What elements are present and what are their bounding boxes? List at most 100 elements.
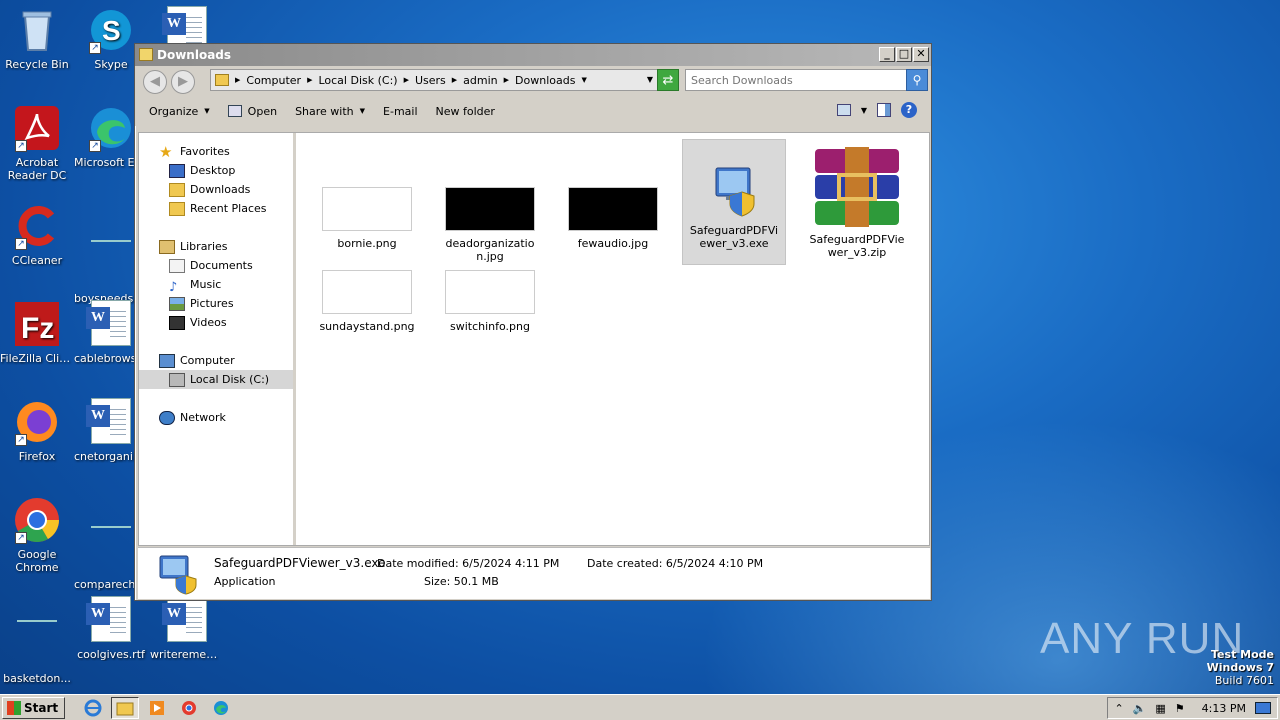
nav-network[interactable]: Network	[159, 408, 226, 427]
windows-flag-icon	[7, 700, 21, 715]
image-thumbnail	[568, 187, 658, 231]
preview-pane-icon[interactable]	[877, 103, 891, 117]
help-icon[interactable]: ?	[901, 102, 917, 118]
nav-downloads[interactable]: Downloads	[169, 180, 250, 199]
chevron-down-icon[interactable]: ▼	[861, 106, 867, 115]
share-with-button[interactable]: Share with ▼	[295, 105, 365, 118]
nav-music[interactable]: ♪ Music	[169, 275, 221, 295]
change-view-icon[interactable]	[836, 104, 851, 116]
refresh-button[interactable]: ⇄	[657, 69, 679, 91]
new-folder-button[interactable]: New folder	[436, 105, 495, 118]
breadcrumb-computer[interactable]: Computer	[246, 74, 301, 87]
desktop-icon-label: writeremem...	[150, 648, 224, 661]
local-disk-icon	[169, 372, 185, 387]
pictures-icon	[169, 296, 185, 311]
file-name: sundaystand.png	[319, 320, 415, 333]
file-item-selected[interactable]: SafeguardPDFViewer_v3.exe	[682, 139, 786, 265]
file-name: deadorganization.jpg	[445, 237, 535, 263]
chevron-right-icon: ▶	[307, 76, 313, 84]
show-desktop-icon[interactable]	[1255, 702, 1271, 714]
file-item[interactable]: deadorganization.jpg	[438, 187, 542, 263]
chevron-right-icon: ▶	[235, 76, 241, 84]
window-titlebar[interactable]: Downloads _ □ ✕	[135, 44, 931, 66]
desktop-icon-recycle-bin[interactable]: Recycle Bin	[0, 6, 74, 71]
nav-label: Recent Places	[190, 202, 267, 215]
desktop-icon-writeremem[interactable]: W writeremem...	[150, 596, 224, 661]
desktop-icon-acrobat[interactable]: ↗ Acrobat Reader DC	[0, 104, 74, 182]
address-row: ◀ ▶ ▶ Computer ▶ Local Disk (C:) ▶ Users…	[135, 66, 931, 96]
search-icon[interactable]: ⚲	[906, 69, 928, 91]
share-with-label: Share with	[295, 104, 354, 118]
nav-recent-places[interactable]: Recent Places	[169, 199, 267, 218]
nav-videos[interactable]: Videos	[169, 313, 227, 332]
file-item[interactable]: switchinfo.png	[438, 270, 542, 333]
back-button[interactable]: ◀	[143, 70, 167, 94]
nav-computer[interactable]: Computer	[159, 351, 235, 370]
desktop-icon-basketdon[interactable]: basketdon...	[0, 596, 74, 685]
taskbar-chrome-icon[interactable]	[175, 697, 203, 719]
desktop-icon-label: coolgives.rtf	[77, 648, 145, 661]
desktop-icon-chrome[interactable]: ↗ Google Chrome	[0, 496, 74, 574]
breadcrumb-admin[interactable]: admin	[463, 74, 497, 87]
chevron-right-icon: ▶	[503, 76, 510, 84]
nav-label: Desktop	[190, 164, 236, 177]
desktop-icon-filezilla[interactable]: Fz FileZilla Client	[0, 300, 74, 365]
desktop-icon	[169, 163, 185, 178]
maximize-button[interactable]: □	[896, 47, 912, 62]
blank-file-icon	[87, 526, 135, 574]
clock[interactable]: 4:13 PM	[1202, 702, 1246, 715]
open-button[interactable]: Open	[227, 104, 278, 118]
nav-libraries[interactable]: Libraries	[159, 237, 228, 256]
taskbar-ie-icon[interactable]	[79, 697, 107, 719]
system-info: Test Mode Windows 7 Build 7601	[1207, 648, 1274, 687]
details-file-type: Application	[214, 575, 276, 588]
desktop-icon-label: basketdon...	[3, 672, 71, 685]
taskbar-media-player-icon[interactable]	[143, 697, 171, 719]
file-item[interactable]: bornie.png	[315, 187, 419, 250]
volume-icon[interactable]: 🔈	[1133, 702, 1147, 715]
forward-button[interactable]: ▶	[171, 70, 195, 94]
organize-button[interactable]: Organize ▼	[149, 105, 210, 118]
file-item[interactable]: sundaystand.png	[315, 270, 419, 333]
email-button[interactable]: E-mail	[383, 105, 418, 118]
file-item[interactable]: fewaudio.jpg	[561, 187, 665, 250]
close-button[interactable]: ✕	[913, 47, 929, 62]
taskbar-edge-icon[interactable]	[207, 697, 235, 719]
search-input[interactable]	[685, 69, 907, 91]
breadcrumb-local-disk[interactable]: Local Disk (C:)	[318, 74, 397, 87]
details-file-name: SafeguardPDFViewer_v3.exe	[214, 556, 386, 570]
network-status-icon[interactable]: ▦	[1155, 702, 1165, 715]
action-center-flag-icon[interactable]: ⚑	[1175, 702, 1185, 715]
open-label: Open	[247, 104, 278, 118]
file-item[interactable]: SafeguardPDFViewer_v3.zip	[805, 147, 909, 259]
svg-text:Fz: Fz	[21, 312, 54, 345]
details-date-created: Date created: 6/5/2024 4:10 PM	[587, 557, 764, 570]
test-mode-label: Test Mode	[1211, 648, 1274, 661]
breadcrumb-downloads[interactable]: Downloads	[515, 74, 575, 87]
file-name: fewaudio.jpg	[577, 237, 649, 250]
nav-documents[interactable]: Documents	[169, 256, 253, 275]
chevron-right-icon: ▶	[403, 76, 409, 84]
minimize-button[interactable]: _	[879, 47, 895, 62]
windows-version-label: Windows 7	[1206, 661, 1274, 674]
address-dropdown-icon[interactable]: ▼	[647, 75, 653, 84]
address-bar[interactable]: ▶ Computer ▶ Local Disk (C:) ▶ Users ▶ a…	[210, 69, 658, 91]
desktop-icon-ccleaner[interactable]: ↗ CCleaner	[0, 202, 74, 267]
taskbar-explorer-icon[interactable]	[111, 696, 140, 719]
start-button[interactable]: Start	[2, 696, 66, 719]
breadcrumb-users[interactable]: Users	[415, 74, 446, 87]
desktop-icon-firefox[interactable]: ↗ Firefox	[0, 398, 74, 463]
blank-file-icon	[13, 620, 61, 668]
folder-icon	[139, 48, 153, 61]
nav-label: Videos	[190, 316, 227, 329]
show-hidden-icons-icon[interactable]: ⌃	[1114, 702, 1123, 715]
chevron-down-icon: ▼	[581, 76, 587, 84]
nav-favorites[interactable]: ★ Favorites	[159, 142, 230, 161]
nav-label: Computer	[180, 354, 235, 367]
nav-desktop[interactable]: Desktop	[169, 161, 235, 180]
nav-pictures[interactable]: Pictures	[169, 294, 234, 313]
details-pane: SafeguardPDFViewer_v3.exe Application Da…	[138, 547, 930, 599]
svg-text:S: S	[102, 15, 121, 46]
desktop-icon-coolgives[interactable]: W coolgives.rtf	[74, 596, 148, 661]
nav-local-disk[interactable]: Local Disk (C:)	[139, 370, 293, 389]
